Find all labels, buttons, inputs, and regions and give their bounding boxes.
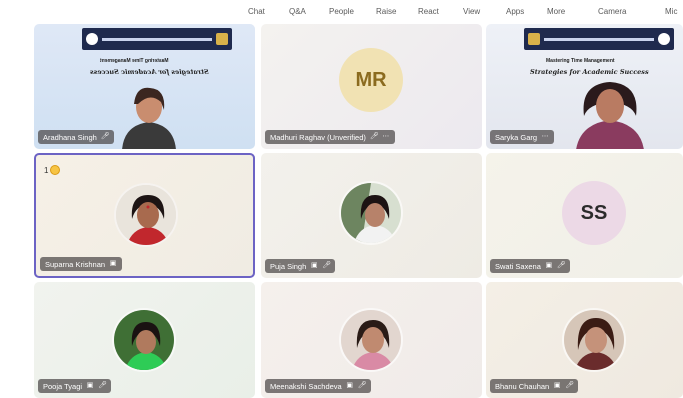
school-banner — [524, 28, 674, 50]
apps-button[interactable]: Apps — [506, 7, 524, 16]
camera-off-icon: ▣ — [346, 382, 354, 389]
participant-photo — [562, 308, 626, 372]
camera-off-icon: ▣ — [545, 262, 553, 269]
banner-stripe — [544, 37, 654, 41]
participant-name-tag: Pooja Tyagi ▣ 🎤︎ — [38, 379, 112, 393]
mic-off-icon: 🎤︎ — [369, 133, 379, 140]
participant-name: Bhanu Chauhan — [495, 381, 550, 391]
mic-off-icon: 🎤︎ — [322, 262, 332, 269]
camera-off-icon: ▣ — [109, 260, 117, 267]
reaction-count: 1 — [44, 165, 49, 175]
video-grid: Mastering Time Management Strategies for… — [34, 24, 683, 398]
participant-photo — [112, 308, 176, 372]
participant-name: Suparna Krishnan — [45, 259, 106, 269]
person-photo-icon — [564, 310, 624, 370]
participant-photo — [339, 181, 403, 245]
slide-subtitle: Strategies for Academic Success — [90, 68, 209, 76]
presenter-video — [122, 87, 176, 149]
participant-photo — [339, 308, 403, 372]
participant-name-tag: Swati Saxena ▣ 🎤︎ — [490, 259, 570, 273]
person-photo-icon — [116, 185, 176, 245]
more-options-icon[interactable]: ⋯ — [541, 133, 549, 141]
participant-name-tag: Aradhana Singh 🎤︎ — [38, 130, 114, 144]
mic-off-icon: 🎤︎ — [100, 133, 110, 140]
participant-name: Swati Saxena — [495, 261, 541, 271]
mic-off-icon: 🎤︎ — [357, 382, 367, 389]
participant-name: Madhuri Raghav (Unverified) — [270, 132, 366, 142]
participant-tile-swati-saxena[interactable]: SS Swati Saxena ▣ 🎤︎ — [486, 153, 683, 278]
emoji-reaction-icon — [50, 165, 61, 175]
person-photo-icon — [341, 183, 401, 243]
person-photo-icon — [114, 310, 174, 370]
camera-button[interactable]: Camera — [598, 7, 626, 16]
participant-name: Saryka Garg — [495, 132, 538, 142]
react-button[interactable]: React — [418, 7, 439, 16]
participant-name-tag: Suparna Krishnan ▣ — [40, 257, 123, 271]
slide-subtitle: Strategies for Academic Success — [530, 68, 649, 76]
mic-button[interactable]: Mic — [665, 7, 677, 16]
avatar-initials: SS — [562, 181, 626, 245]
participant-name-tag: Madhuri Raghav (Unverified) 🎤︎ ⋯ — [265, 130, 395, 144]
participant-tile-suparna-krishnan[interactable]: 1 Suparna Krishnan ▣ — [34, 153, 255, 278]
view-button[interactable]: View — [463, 7, 480, 16]
participant-name-tag: Bhanu Chauhan ▣ 🎤︎ — [490, 379, 579, 393]
participant-tile-bhanu-chauhan[interactable]: Bhanu Chauhan ▣ 🎤︎ — [486, 282, 683, 398]
school-banner — [82, 28, 232, 50]
person-photo-icon — [341, 310, 401, 370]
qa-button[interactable]: Q&A — [289, 7, 306, 16]
camera-off-icon: ▣ — [310, 262, 318, 269]
people-button[interactable]: People — [329, 7, 354, 16]
crest-icon — [528, 33, 540, 45]
participant-tile-meenakshi-sachdeva[interactable]: Meenakshi Sachdeva ▣ 🎤︎ — [261, 282, 482, 398]
more-options-icon[interactable]: ⋯ — [382, 133, 390, 141]
camera-off-icon: ▣ — [86, 382, 94, 389]
participant-tile-saryka-garg[interactable]: Mastering Time Management Strategies for… — [486, 24, 683, 149]
participant-tile-pooja-tyagi[interactable]: Pooja Tyagi ▣ 🎤︎ — [34, 282, 255, 398]
mic-off-icon: 🎤︎ — [556, 262, 566, 269]
participant-tile-puja-singh[interactable]: Puja Singh ▣ 🎤︎ — [261, 153, 482, 278]
avatar-initials: MR — [339, 48, 403, 112]
slide-title: Mastering Time Management — [546, 58, 615, 64]
more-button[interactable]: More — [547, 7, 565, 16]
participant-name: Pooja Tyagi — [43, 381, 83, 391]
participant-tile-aradhana-singh[interactable]: Mastering Time Management Strategies for… — [34, 24, 255, 149]
reaction-badge: 1 — [44, 163, 61, 177]
chat-button[interactable]: Chat — [248, 7, 265, 16]
participant-name-tag: Saryka Garg ⋯ — [490, 130, 555, 144]
raise-hand-button[interactable]: Raise — [376, 7, 396, 16]
slide-title: Mastering Time Management — [100, 58, 169, 64]
presenter-video — [576, 82, 644, 149]
participant-name: Meenakshi Sachdeva — [270, 381, 342, 391]
mic-off-icon: 🎤︎ — [98, 382, 107, 389]
banner-stripe — [102, 37, 212, 41]
school-logo-icon — [658, 33, 670, 45]
participant-name: Aradhana Singh — [43, 132, 97, 142]
participant-name-tag: Meenakshi Sachdeva ▣ 🎤︎ — [265, 379, 371, 393]
school-logo-icon — [86, 33, 98, 45]
participant-name-tag: Puja Singh ▣ 🎤︎ — [265, 259, 336, 273]
participant-photo — [114, 183, 178, 247]
participant-name: Puja Singh — [270, 261, 307, 271]
crest-icon — [216, 33, 228, 45]
mic-off-icon: 🎤︎ — [565, 382, 575, 389]
participant-tile-madhuri-raghav[interactable]: MR Madhuri Raghav (Unverified) 🎤︎ ⋯ — [261, 24, 482, 149]
meeting-toolbar: Chat Q&A People Raise React View Apps Mo… — [0, 0, 683, 22]
camera-off-icon: ▣ — [553, 382, 561, 389]
